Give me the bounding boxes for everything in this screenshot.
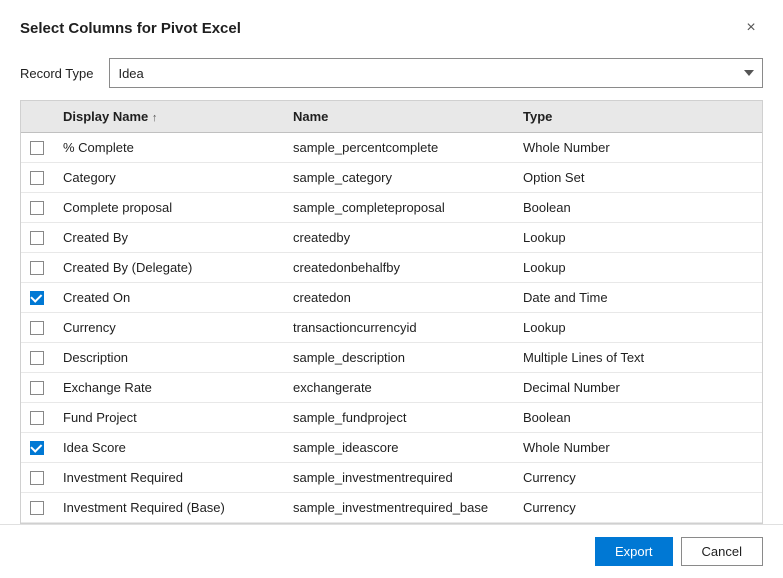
row-type: Date and Time [513, 283, 762, 312]
row-checkbox[interactable] [30, 381, 44, 395]
row-display-name: Exchange Rate [53, 373, 283, 402]
th-checkbox [21, 101, 53, 132]
row-type: Multiple Lines of Text [513, 343, 762, 372]
table-row: Descriptionsample_descriptionMultiple Li… [21, 343, 762, 373]
table-row: CurrencytransactioncurrencyidLookup [21, 313, 762, 343]
table-row: Created BycreatedbyLookup [21, 223, 762, 253]
row-type: Lookup [513, 313, 762, 342]
cancel-button[interactable]: Cancel [681, 537, 763, 566]
table-row: Created OncreatedonDate and Time [21, 283, 762, 313]
row-type: Boolean [513, 403, 762, 432]
table-row: Exchange RateexchangerateDecimal Number [21, 373, 762, 403]
table-row: Investment Requiredsample_investmentrequ… [21, 463, 762, 493]
row-checkbox[interactable] [30, 261, 44, 275]
record-type-select[interactable]: Idea [109, 58, 763, 88]
row-checkbox[interactable] [30, 201, 44, 215]
row-name: transactioncurrencyid [283, 313, 513, 342]
row-name: createdby [283, 223, 513, 252]
row-display-name: Investment Required [53, 463, 283, 492]
row-name: sample_description [283, 343, 513, 372]
th-name: Name [283, 101, 513, 132]
dialog: Select Columns for Pivot Excel × Record … [0, 0, 783, 578]
row-name: createdonbehalfby [283, 253, 513, 282]
row-type: Option Set [513, 163, 762, 192]
th-display-name: Display Name ↑ [53, 101, 283, 132]
th-type: Type [513, 101, 762, 132]
row-checkbox[interactable] [30, 471, 44, 485]
row-display-name: Description [53, 343, 283, 372]
row-name: sample_ideascore [283, 433, 513, 462]
close-button[interactable]: × [739, 16, 763, 40]
row-type: Currency [513, 493, 762, 522]
dialog-titlebar: Select Columns for Pivot Excel × [0, 0, 783, 50]
dialog-title: Select Columns for Pivot Excel [20, 20, 241, 37]
row-type: Lookup [513, 223, 762, 252]
table-body: % Completesample_percentcompleteWhole Nu… [21, 133, 762, 523]
table-row: Created By (Delegate)createdonbehalfbyLo… [21, 253, 762, 283]
row-type: Boolean [513, 193, 762, 222]
row-display-name: Currency [53, 313, 283, 342]
row-display-name: Created By (Delegate) [53, 253, 283, 282]
table-row: % Completesample_percentcompleteWhole Nu… [21, 133, 762, 163]
row-name: sample_fundproject [283, 403, 513, 432]
row-type: Decimal Number [513, 373, 762, 402]
row-checkbox[interactable] [30, 501, 44, 515]
row-checkbox[interactable] [30, 231, 44, 245]
row-checkbox[interactable] [30, 141, 44, 155]
row-name: sample_category [283, 163, 513, 192]
row-display-name: Complete proposal [53, 193, 283, 222]
table-row: Complete proposalsample_completeproposal… [21, 193, 762, 223]
table-row: Idea Scoresample_ideascoreWhole Number [21, 433, 762, 463]
table-row: Fund Projectsample_fundprojectBoolean [21, 403, 762, 433]
table-row: Categorysample_categoryOption Set [21, 163, 762, 193]
table-row: Investment Required (Base)sample_investm… [21, 493, 762, 523]
row-display-name: Fund Project [53, 403, 283, 432]
row-display-name: Created By [53, 223, 283, 252]
row-type: Whole Number [513, 433, 762, 462]
row-checkbox[interactable] [30, 351, 44, 365]
row-checkbox[interactable] [30, 441, 44, 455]
dialog-footer: Export Cancel [0, 524, 783, 578]
row-type: Currency [513, 463, 762, 492]
row-name: createdon [283, 283, 513, 312]
row-type: Whole Number [513, 133, 762, 162]
row-display-name: % Complete [53, 133, 283, 162]
row-type: Lookup [513, 253, 762, 282]
row-name: sample_completeproposal [283, 193, 513, 222]
row-checkbox[interactable] [30, 321, 44, 335]
table-container: Display Name ↑ Name Type % Completesampl… [20, 100, 763, 524]
row-name: sample_percentcomplete [283, 133, 513, 162]
row-name: sample_investmentrequired_base [283, 493, 513, 522]
sort-arrow: ↑ [152, 112, 158, 124]
row-checkbox[interactable] [30, 411, 44, 425]
record-type-row: Record Type Idea [0, 50, 783, 100]
export-button[interactable]: Export [595, 537, 673, 566]
row-display-name: Category [53, 163, 283, 192]
row-name: sample_investmentrequired [283, 463, 513, 492]
record-type-label: Record Type [20, 66, 93, 81]
table-header: Display Name ↑ Name Type [21, 101, 762, 133]
row-display-name: Investment Required (Base) [53, 493, 283, 522]
row-checkbox[interactable] [30, 291, 44, 305]
row-display-name: Idea Score [53, 433, 283, 462]
row-display-name: Created On [53, 283, 283, 312]
row-checkbox[interactable] [30, 171, 44, 185]
row-name: exchangerate [283, 373, 513, 402]
